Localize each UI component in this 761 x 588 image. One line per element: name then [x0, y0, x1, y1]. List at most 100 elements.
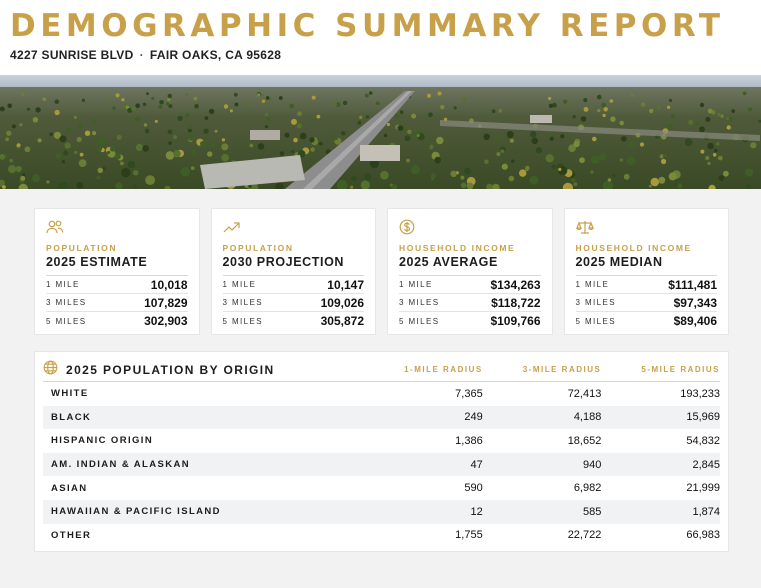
tree-canopy — [716, 142, 720, 146]
tree-canopy — [127, 160, 136, 169]
radius-value: $97,343 — [673, 295, 717, 310]
tree-canopy — [142, 145, 149, 152]
tree-canopy — [726, 125, 731, 130]
tree-canopy — [74, 150, 78, 155]
aerial-photo — [0, 75, 761, 189]
origin-name: AM. INDIAN & ALASKAN — [51, 459, 191, 471]
tree-canopy — [434, 156, 442, 164]
tree-canopy — [500, 149, 505, 153]
tree-canopy — [619, 158, 624, 162]
tree-canopy — [81, 98, 86, 102]
radius-label: 5 MILES — [575, 316, 616, 326]
table-header: 2025 POPULATION BY ORIGIN 1-MILE RADIUS … — [43, 358, 720, 382]
card-label: POPULATION — [46, 243, 118, 253]
tree-canopy — [96, 175, 101, 180]
tree-canopy — [549, 136, 554, 141]
tree-canopy — [668, 98, 673, 102]
tree-canopy — [573, 182, 578, 187]
tree-canopy — [648, 184, 652, 188]
tree-canopy — [19, 123, 23, 127]
tree-canopy — [364, 93, 369, 98]
origin-name: OTHER — [51, 529, 92, 541]
tree-canopy — [194, 103, 199, 109]
tree-canopy — [597, 109, 601, 113]
tree-canopy — [191, 150, 197, 156]
card-label: HOUSEHOLD INCOME — [399, 243, 516, 253]
card-row: 5 MILES 302,903 — [46, 312, 188, 330]
tree-canopy — [134, 116, 141, 122]
tree-canopy — [310, 147, 315, 152]
trend-up-icon — [223, 219, 241, 235]
tree-canopy — [707, 142, 714, 150]
card-row: 3 MILES $118,722 — [399, 294, 541, 312]
tree-canopy — [573, 141, 580, 148]
tree-canopy — [234, 102, 239, 107]
cell-value: 940 — [582, 458, 602, 471]
tree-canopy — [185, 113, 190, 118]
tree-canopy — [188, 134, 195, 141]
tree-canopy — [592, 136, 597, 142]
tree-canopy — [748, 107, 753, 112]
tree-canopy — [425, 138, 429, 142]
tree-canopy — [626, 156, 636, 166]
table-row: OTHER 1,755 22,722 66,983 — [43, 524, 720, 548]
cell-value: 249 — [464, 411, 483, 424]
tree-canopy — [583, 98, 588, 103]
tree-canopy — [750, 142, 757, 149]
card-row: 1 MILE $111,481 — [575, 276, 717, 294]
tree-canopy — [92, 119, 96, 123]
tree-canopy — [603, 107, 608, 112]
tree-canopy — [180, 167, 190, 177]
origin-name: HAWAIIAN & PACIFIC ISLAND — [51, 506, 221, 518]
card-title: 2025 ESTIMATE — [46, 255, 188, 276]
tree-canopy — [54, 109, 60, 116]
tree-canopy — [484, 159, 489, 165]
radius-label: 3 MILES — [399, 298, 440, 307]
tree-canopy — [530, 131, 537, 138]
card-income-median: HOUSEHOLD INCOME 2025 MEDIAN 1 MILE $111,… — [563, 208, 729, 335]
tree-canopy — [699, 102, 705, 108]
tree-canopy — [158, 104, 163, 109]
tree-canopy — [296, 123, 302, 129]
tree-canopy — [7, 103, 12, 109]
tree-canopy — [410, 165, 420, 175]
tree-canopy — [309, 137, 315, 143]
tree-canopy — [332, 102, 337, 107]
tree-canopy — [640, 102, 646, 107]
tree-canopy — [602, 113, 606, 118]
tree-canopy — [144, 128, 150, 134]
tree-canopy — [133, 184, 138, 189]
tree-canopy — [159, 100, 164, 105]
table-row: AM. INDIAN & ALASKAN 47 940 2,845 — [43, 452, 720, 477]
cell-value: 585 — [582, 505, 602, 518]
tree-canopy — [529, 175, 539, 185]
table-title: 2025 POPULATION BY ORIGIN — [66, 362, 275, 377]
tree-canopy — [66, 127, 72, 132]
tree-canopy — [430, 173, 436, 179]
tree-canopy — [59, 135, 67, 143]
tree-canopy — [731, 109, 735, 113]
tree-canopy — [249, 143, 254, 148]
tree-canopy — [135, 103, 140, 108]
tree-canopy — [658, 176, 666, 184]
tree-canopy — [116, 134, 122, 140]
tree-canopy — [460, 182, 467, 189]
tree-canopy — [745, 168, 754, 177]
tree-canopy — [142, 102, 147, 107]
tree-canopy — [397, 125, 404, 131]
tree-canopy — [728, 116, 734, 122]
tree-canopy — [106, 150, 111, 155]
tree-canopy — [399, 110, 404, 115]
tree-canopy — [151, 96, 155, 101]
tree-canopy — [290, 149, 295, 154]
tree-canopy — [269, 97, 273, 101]
tree-canopy — [427, 93, 431, 98]
tree-canopy — [498, 108, 503, 113]
card-title: 2025 MEDIAN — [575, 255, 717, 276]
tree-canopy — [450, 170, 457, 177]
cell-value: 4,188 — [573, 411, 602, 424]
column-header: 5-MILE RADIUS — [641, 365, 721, 374]
card-row: 5 MILES $89,406 — [576, 312, 718, 330]
tree-canopy — [548, 96, 552, 101]
card-row: 5 MILES $109,766 — [399, 312, 541, 330]
